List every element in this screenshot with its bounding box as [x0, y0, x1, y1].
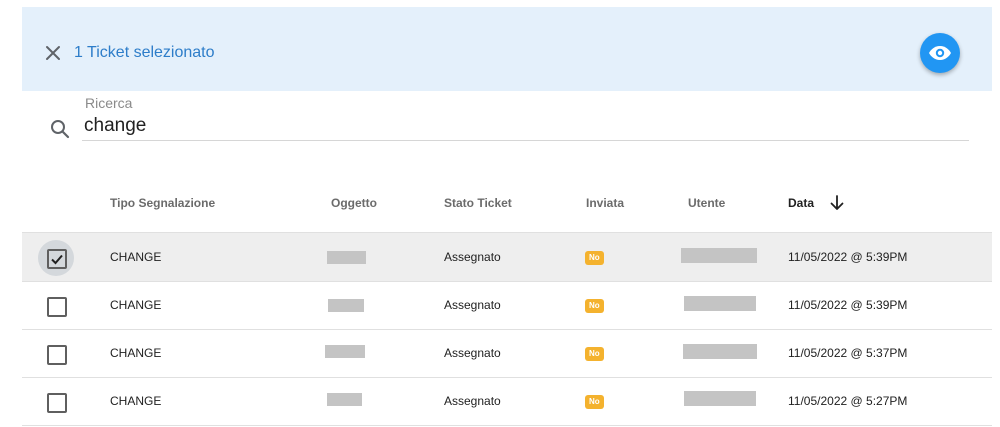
selection-count: 1 Ticket selezionato: [74, 44, 215, 61]
checkbox-box: [47, 249, 67, 269]
left-gutter: [0, 0, 22, 427]
cell-tipo: CHANGE: [110, 298, 162, 312]
close-icon[interactable]: [42, 42, 64, 64]
check-icon: [51, 254, 63, 265]
table-row[interactable]: CHANGE Assegnato No 11/05/2022 @ 5:27PM: [22, 377, 992, 426]
redacted-utente: [683, 344, 757, 359]
selection-toolbar: 1 Ticket selezionato: [22, 7, 992, 91]
arrow-down-icon[interactable]: [828, 194, 846, 212]
view-button[interactable]: [920, 33, 960, 73]
column-header-data[interactable]: Data: [788, 196, 814, 210]
cell-tipo: CHANGE: [110, 346, 162, 360]
row-checkbox[interactable]: [38, 288, 74, 324]
checkbox-box: [47, 297, 67, 317]
redacted-utente: [684, 296, 756, 311]
row-checkbox[interactable]: [38, 240, 74, 276]
cell-data: 11/05/2022 @ 5:39PM: [788, 298, 908, 312]
inviata-badge: No: [585, 395, 604, 409]
cell-stato: Assegnato: [444, 250, 501, 264]
redacted-utente: [684, 391, 756, 406]
inviata-badge: No: [585, 299, 604, 313]
cell-tipo: CHANGE: [110, 394, 162, 408]
table-row[interactable]: CHANGE Assegnato No 11/05/2022 @ 5:39PM: [22, 233, 992, 282]
search-label: Ricerca: [85, 95, 133, 111]
row-checkbox[interactable]: [38, 384, 74, 420]
cell-stato: Assegnato: [444, 394, 501, 408]
inviata-badge: No: [585, 251, 604, 265]
redacted-oggetto: [327, 393, 362, 406]
redacted-oggetto: [325, 345, 365, 358]
column-header-tipo[interactable]: Tipo Segnalazione: [110, 196, 215, 210]
table-row[interactable]: CHANGE Assegnato No 11/05/2022 @ 5:39PM: [22, 281, 992, 330]
checkbox-box: [47, 345, 67, 365]
column-header-inviata[interactable]: Inviata: [586, 196, 624, 210]
redacted-oggetto: [328, 299, 364, 312]
redacted-oggetto: [327, 251, 366, 264]
row-checkbox[interactable]: [38, 336, 74, 372]
cell-data: 11/05/2022 @ 5:39PM: [788, 250, 908, 264]
column-header-oggetto[interactable]: Oggetto: [331, 196, 377, 210]
search-input[interactable]: [82, 112, 969, 141]
cell-stato: Assegnato: [444, 346, 501, 360]
right-gutter: [992, 0, 1000, 427]
redacted-utente: [681, 248, 757, 263]
table-row[interactable]: CHANGE Assegnato No 11/05/2022 @ 5:37PM: [22, 329, 992, 378]
cell-tipo: CHANGE: [110, 250, 162, 264]
search-icon: [49, 118, 71, 140]
column-header-utente[interactable]: Utente: [688, 196, 725, 210]
cell-data: 11/05/2022 @ 5:27PM: [788, 394, 908, 408]
cell-stato: Assegnato: [444, 298, 501, 312]
checkbox-box: [47, 393, 67, 413]
eye-icon: [929, 46, 951, 60]
column-header-stato[interactable]: Stato Ticket: [444, 196, 512, 210]
inviata-badge: No: [585, 347, 604, 361]
cell-data: 11/05/2022 @ 5:37PM: [788, 346, 908, 360]
